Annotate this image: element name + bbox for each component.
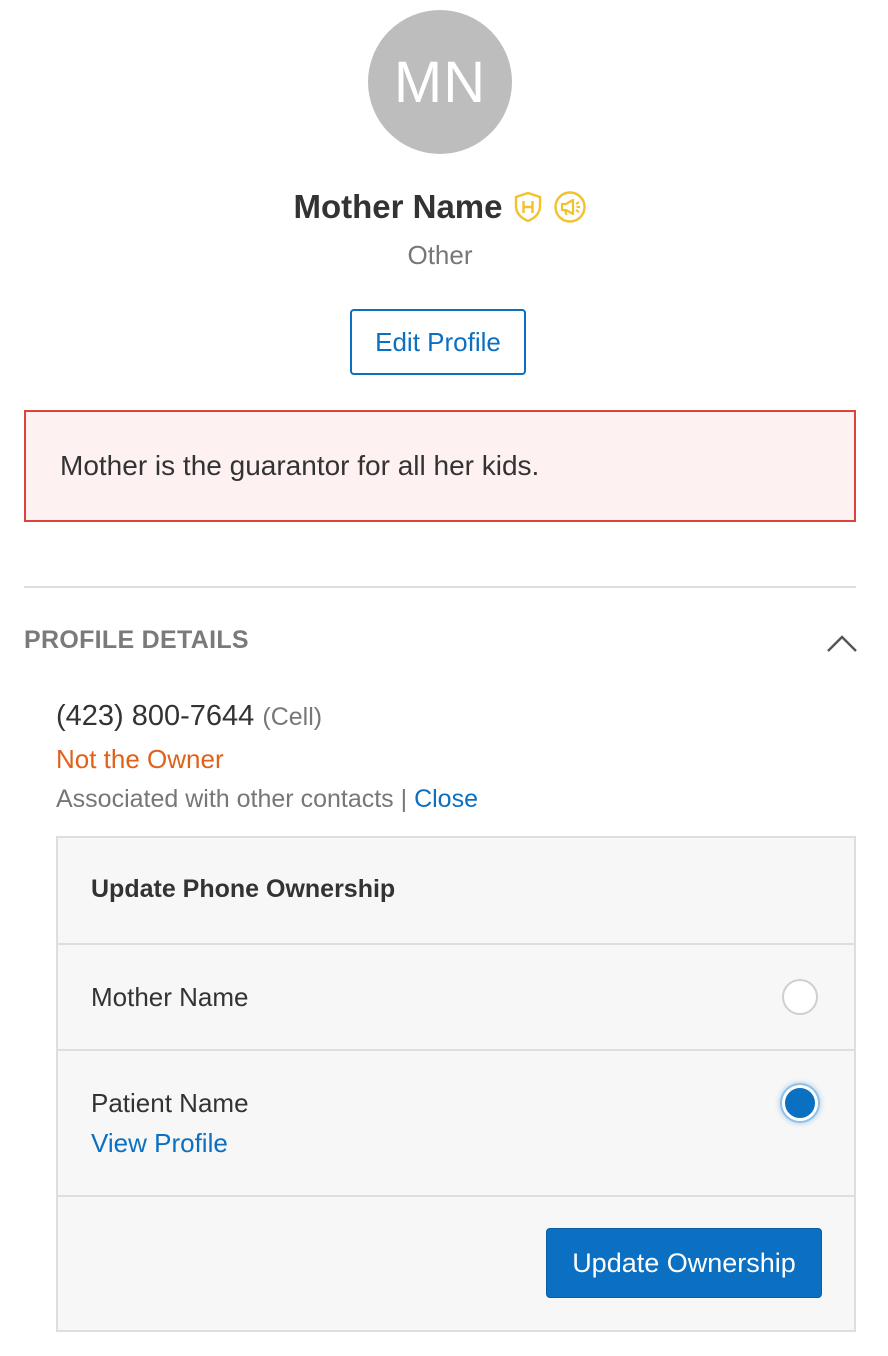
panel-title: Update Phone Ownership bbox=[91, 875, 396, 903]
ownership-option[interactable]: Patient Name View Profile bbox=[58, 1051, 854, 1197]
edit-profile-button[interactable]: Edit Profile bbox=[350, 309, 526, 375]
radio-mother-name[interactable] bbox=[782, 979, 818, 1015]
panel-header: Update Phone Ownership bbox=[58, 838, 854, 945]
phone-number: (423) 800-7644 bbox=[56, 700, 255, 732]
section-title-profile-details: PROFILE DETAILS bbox=[24, 626, 249, 654]
view-profile-link[interactable]: View Profile bbox=[91, 1128, 228, 1159]
associated-contacts-line: Associated with other contacts | Close bbox=[56, 785, 478, 814]
option-label: Mother Name bbox=[91, 982, 249, 1012]
associated-text: Associated with other contacts bbox=[56, 785, 394, 813]
update-ownership-panel: Update Phone Ownership Mother Name Patie… bbox=[56, 836, 856, 1332]
profile-name-row: Mother Name bbox=[0, 188, 880, 226]
chevron-up-icon[interactable] bbox=[826, 632, 858, 654]
separator: | bbox=[400, 785, 408, 813]
profile-name: Mother Name bbox=[293, 188, 503, 225]
option-label: Patient Name bbox=[91, 1088, 249, 1118]
profile-alert: Mother is the guarantor for all her kids… bbox=[24, 410, 856, 522]
shield-h-icon bbox=[511, 190, 545, 224]
phone-type: (Cell) bbox=[262, 703, 323, 731]
divider bbox=[24, 586, 856, 588]
profile-relation: Other bbox=[407, 240, 473, 270]
avatar: MN bbox=[368, 10, 512, 154]
radio-patient-name[interactable] bbox=[782, 1085, 818, 1121]
avatar-initials: MN bbox=[393, 49, 487, 115]
ownership-option[interactable]: Mother Name bbox=[58, 945, 854, 1051]
megaphone-icon bbox=[553, 190, 587, 224]
update-ownership-button[interactable]: Update Ownership bbox=[546, 1228, 822, 1298]
alert-message: Mother is the guarantor for all her kids… bbox=[60, 450, 540, 481]
owner-status: Not the Owner bbox=[56, 744, 224, 774]
phone-entry: (423) 800-7644 (Cell) bbox=[56, 700, 322, 733]
close-link[interactable]: Close bbox=[414, 785, 478, 813]
